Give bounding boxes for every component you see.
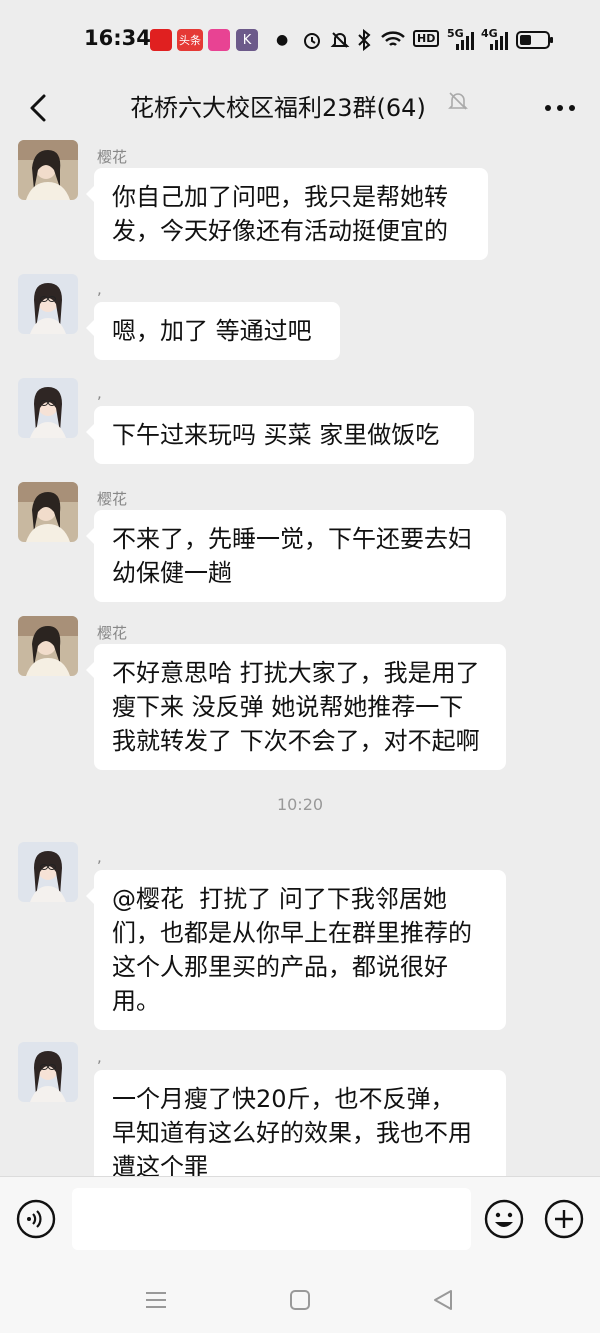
hd-badge: HD [413,30,440,47]
message-bubble[interactable]: @樱花 打扰了 问了下我邻居她 们，也都是从你早上在群里推荐的 这个人那里买的产… [86,870,506,1030]
signal-5g-icon [456,32,474,50]
system-nav-bar [0,1264,600,1333]
mute-icon [448,92,468,110]
bluetooth-icon [358,29,371,51]
message-bubble[interactable]: 下午过来玩吗 买菜 家里做饭吃 [86,406,474,464]
emoji-icon[interactable] [484,1199,524,1239]
back-icon[interactable] [18,88,58,128]
sender-name: 樱花 [97,148,128,166]
pink-app-icon [208,29,230,51]
message-input[interactable] [72,1188,471,1250]
wifi-icon [381,31,405,46]
dot-icon: ● [276,32,289,48]
message-bubble[interactable]: 不来了，先睡一觉，下午还要去妇 幼保健一趟 [86,510,506,602]
input-bar [0,1176,600,1265]
back-triangle-icon[interactable] [425,1282,461,1318]
chat-header: 花桥六大校区福利23群(64) [0,80,600,136]
message-bubble[interactable]: 一个月瘦了快20斤，也不反弹， 早知道有这么好的效果，我也不用 遭这个罪 [94,1070,506,1176]
toutiao-icon: 头条 [177,29,203,51]
alarm-icon [304,33,320,49]
message-bubble[interactable]: 嗯，加了 等通过吧 [86,302,340,360]
avatar[interactable] [18,1042,78,1102]
signal-4g-icon [490,32,508,50]
app-icon-red [150,29,172,51]
sender-name: , [97,848,102,866]
avatar[interactable] [18,616,78,676]
avatar[interactable] [18,482,78,542]
more-icon[interactable] [540,92,580,124]
chat-title: 花桥六大校区福利23群(64) [130,94,426,122]
message-bubble[interactable]: 你自己加了问吧，我只是帮她转 发，今天好像还有活动挺便宜的 [86,168,488,260]
sender-name: 樱花 [97,624,128,642]
avatar[interactable] [18,274,78,334]
avatar[interactable] [18,378,78,438]
voice-icon[interactable] [16,1199,56,1239]
sender-name: , [97,280,102,298]
sender-name: , [97,384,102,402]
avatar[interactable] [18,842,78,902]
home-icon[interactable] [282,1282,318,1318]
bell-off-icon [330,32,350,48]
status-bar: 16:34 头条 K ● HD 5G 4G [0,0,600,80]
battery-icon [516,31,553,49]
message-timestamp: 10:20 [276,795,324,814]
k-app-icon: K [236,29,258,51]
plus-icon[interactable] [544,1199,584,1239]
menu-icon[interactable] [138,1282,174,1318]
message-bubble[interactable]: 不好意思哈 打扰大家了，我是用了 瘦下来 没反弹 她说帮她推荐一下 我就转发了 … [86,644,506,770]
status-time: 16:34 [84,26,151,50]
sender-name: 樱花 [97,490,128,508]
sender-name: , [97,1048,102,1066]
avatar[interactable] [18,140,78,200]
